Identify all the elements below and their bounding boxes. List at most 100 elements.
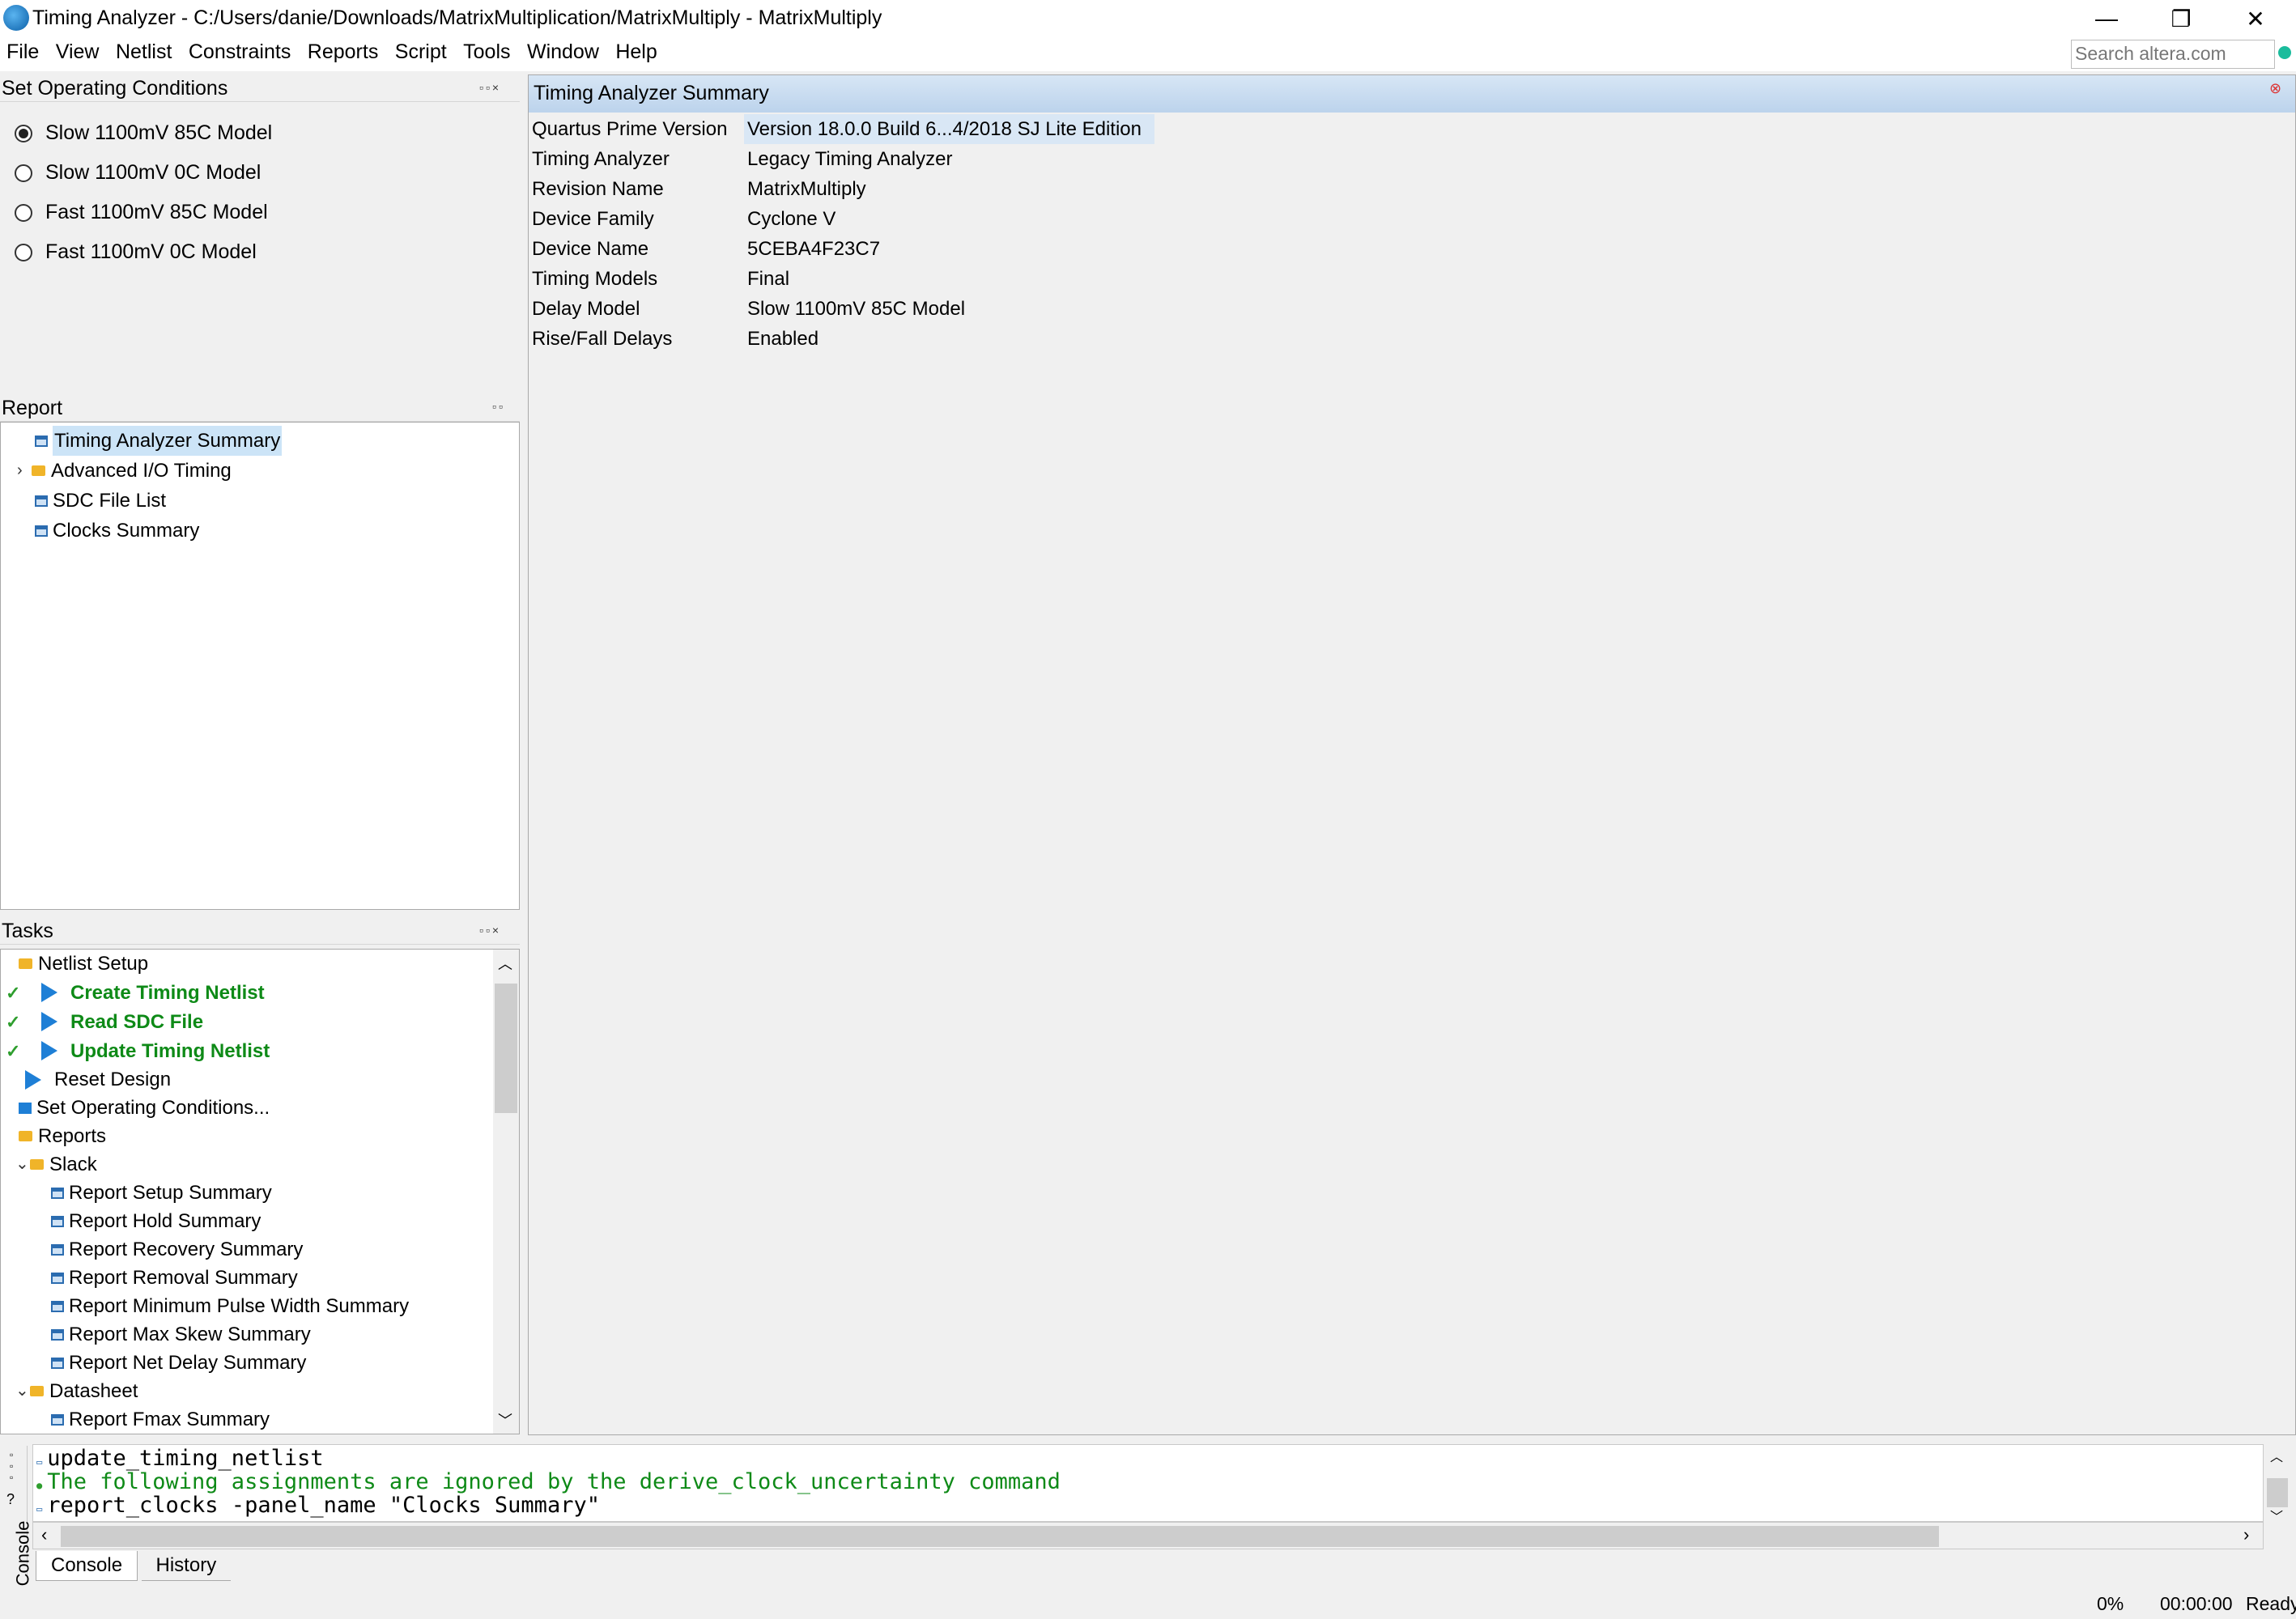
tab-history[interactable]: History	[141, 1551, 232, 1581]
task-label: Netlist Setup	[38, 953, 149, 975]
operating-conditions-title: Set Operating Conditions	[2, 77, 228, 100]
task-report-min-pulse-width-summary[interactable]: Report Minimum Pulse Width Summary	[6, 1292, 491, 1320]
scrollbar-thumb[interactable]	[61, 1526, 1939, 1547]
check-icon: ✓	[6, 1011, 21, 1032]
task-create-timing-netlist[interactable]: ✓ Create Timing Netlist	[6, 978, 491, 1007]
radio-fast-0c[interactable]: Fast 1100mV 0C Model	[15, 232, 272, 272]
table-row[interactable]: Device Family Cyclone V	[530, 204, 1664, 234]
row-value: Cyclone V	[747, 208, 836, 230]
chevron-down-icon[interactable]: ⌄	[15, 1149, 30, 1179]
table-row[interactable]: Timing Analyzer Legacy Timing Analyzer	[530, 144, 1664, 174]
table-row[interactable]: Quartus Prime Version Version 18.0.0 Bui…	[530, 114, 1664, 144]
row-value: Legacy Timing Analyzer	[747, 148, 953, 170]
table-row[interactable]: Rise/Fall Delays Enabled	[530, 324, 1664, 354]
scroll-up-icon[interactable]: ︿	[2270, 1446, 2283, 1465]
console-lines: ▭ update_timing_netlist ● The following as…	[36, 1447, 1061, 1517]
table-row[interactable]: Device Name 5CEBA4F23C7	[530, 234, 1664, 264]
check-icon: ✓	[6, 982, 21, 1003]
task-label: Set Operating Conditions...	[36, 1097, 270, 1119]
close-panel-icon[interactable]: ⊗	[2269, 80, 2281, 97]
console-area: ▫ ▫ ▫ ? Console ▭ update_timing_netlist ● Th…	[0, 1441, 2296, 1587]
task-reports[interactable]: Reports	[6, 1122, 491, 1150]
menu-constraints[interactable]: Constraints	[189, 37, 291, 66]
restore-button[interactable]: ❐	[2144, 0, 2218, 37]
console-line: ● The following assignments are ignored b…	[36, 1469, 1061, 1494]
task-datasheet[interactable]: ⌄ Datasheet	[6, 1377, 491, 1405]
scrollbar-thumb[interactable]	[2267, 1478, 2288, 1507]
close-button[interactable]: ✕	[2218, 0, 2293, 37]
operating-conditions-options: Slow 1100mV 85C Model Slow 1100mV 0C Mod…	[15, 113, 272, 272]
task-report-recovery-summary[interactable]: Report Recovery Summary	[6, 1235, 491, 1264]
radio-button-selected[interactable]	[15, 124, 32, 142]
menu-netlist[interactable]: Netlist	[116, 37, 172, 66]
menu-view[interactable]: View	[56, 37, 100, 66]
table-row[interactable]: Revision Name MatrixMultiply	[530, 174, 1664, 204]
panel-dock-icons[interactable]: ▫▫×	[479, 924, 501, 937]
console-output[interactable]: ▭ update_timing_netlist ● The following as…	[32, 1444, 2264, 1522]
task-reset-design[interactable]: Reset Design	[6, 1065, 491, 1094]
console-vscrollbar[interactable]: ︿ ﹀	[2264, 1444, 2291, 1525]
task-set-operating-conditions[interactable]: Set Operating Conditions...	[6, 1094, 491, 1122]
task-report-fmax-summary[interactable]: Report Fmax Summary	[6, 1405, 491, 1434]
tasks-scrollbar[interactable]: ︿ ﹀	[493, 950, 519, 1434]
radio-button[interactable]	[15, 164, 32, 182]
scroll-right-icon[interactable]: ›	[2243, 1524, 2249, 1545]
radio-label: Fast 1100mV 85C Model	[45, 201, 268, 223]
scroll-down-icon[interactable]: ﹀	[498, 1409, 512, 1430]
task-netlist-setup[interactable]: Netlist Setup	[6, 950, 491, 978]
task-report-net-delay-summary[interactable]: Report Net Delay Summary	[6, 1349, 491, 1377]
radio-slow-85c[interactable]: Slow 1100mV 85C Model	[15, 113, 272, 153]
summary-title: Timing Analyzer Summary	[534, 82, 769, 104]
panel-dock-icons[interactable]: ▫▫	[492, 400, 505, 413]
menu-help[interactable]: Help	[615, 37, 657, 66]
menu-reports[interactable]: Reports	[308, 37, 379, 66]
menu-window[interactable]: Window	[527, 37, 599, 66]
report-item-sdc-file-list[interactable]: SDC File List	[17, 486, 282, 516]
task-slack[interactable]: ⌄ Slack	[6, 1150, 491, 1179]
chevron-right-icon[interactable]: ›	[17, 456, 32, 486]
task-label: Report Removal Summary	[69, 1267, 298, 1289]
panel-dock-icons[interactable]: ▫▫×	[479, 81, 501, 94]
elapsed-time: 00:00:00	[2160, 1593, 2233, 1614]
scroll-left-icon[interactable]: ‹	[41, 1524, 47, 1545]
scrollbar-thumb[interactable]	[495, 984, 517, 1113]
menu-script[interactable]: Script	[395, 37, 447, 66]
menu-file[interactable]: File	[6, 37, 39, 66]
tasks-tree-items: Netlist Setup ✓ Create Timing Netlist ✓ …	[6, 950, 491, 1434]
report-item-advanced-io[interactable]: › Advanced I/O Timing	[17, 456, 282, 486]
console-tabs: Console History	[36, 1551, 232, 1581]
row-key: Delay Model	[532, 298, 640, 320]
radio-fast-85c[interactable]: Fast 1100mV 85C Model	[15, 193, 272, 232]
console-dock-icons[interactable]: ▫ ▫ ▫	[10, 1449, 13, 1483]
scroll-up-icon[interactable]: ︿	[498, 953, 512, 974]
table-row[interactable]: Delay Model Slow 1100mV 85C Model	[530, 294, 1664, 324]
status-bar: 0% 00:00:00 Ready	[0, 1587, 2296, 1619]
radio-button[interactable]	[15, 203, 32, 222]
minimize-button[interactable]: —	[2069, 0, 2144, 37]
help-icon[interactable]: ?	[6, 1491, 15, 1508]
task-read-sdc-file[interactable]: ✓ Read SDC File	[6, 1007, 491, 1036]
tab-console[interactable]: Console	[36, 1551, 138, 1581]
radio-button[interactable]	[15, 243, 32, 261]
search-input[interactable]: Search altera.com	[2071, 40, 2275, 69]
row-key: Timing Analyzer	[532, 148, 670, 170]
task-report-removal-summary[interactable]: Report Removal Summary	[6, 1264, 491, 1292]
report-item-summary[interactable]: Timing Analyzer Summary	[17, 426, 283, 456]
tasks-tree: Netlist Setup ✓ Create Timing Netlist ✓ …	[0, 949, 520, 1434]
radio-slow-0c[interactable]: Slow 1100mV 0C Model	[15, 153, 272, 193]
report-item-clocks-summary[interactable]: Clocks Summary	[17, 516, 282, 546]
task-report-max-skew-summary[interactable]: Report Max Skew Summary	[6, 1320, 491, 1349]
task-label: Datasheet	[49, 1380, 138, 1402]
scroll-down-icon[interactable]: ﹀	[2270, 1506, 2283, 1525]
folder-icon	[19, 1131, 32, 1141]
play-icon	[41, 1012, 57, 1031]
task-report-setup-summary[interactable]: Report Setup Summary	[6, 1179, 491, 1207]
task-update-timing-netlist[interactable]: ✓ Update Timing Netlist	[6, 1036, 491, 1065]
task-label: Slack	[49, 1154, 97, 1175]
menu-tools[interactable]: Tools	[463, 37, 510, 66]
table-row[interactable]: Timing Models Final	[530, 264, 1664, 294]
task-report-hold-summary[interactable]: Report Hold Summary	[6, 1207, 491, 1235]
task-label: Report Setup Summary	[69, 1182, 272, 1204]
console-hscrollbar[interactable]: ‹ ›	[32, 1522, 2264, 1549]
chevron-down-icon[interactable]: ⌄	[15, 1376, 30, 1406]
